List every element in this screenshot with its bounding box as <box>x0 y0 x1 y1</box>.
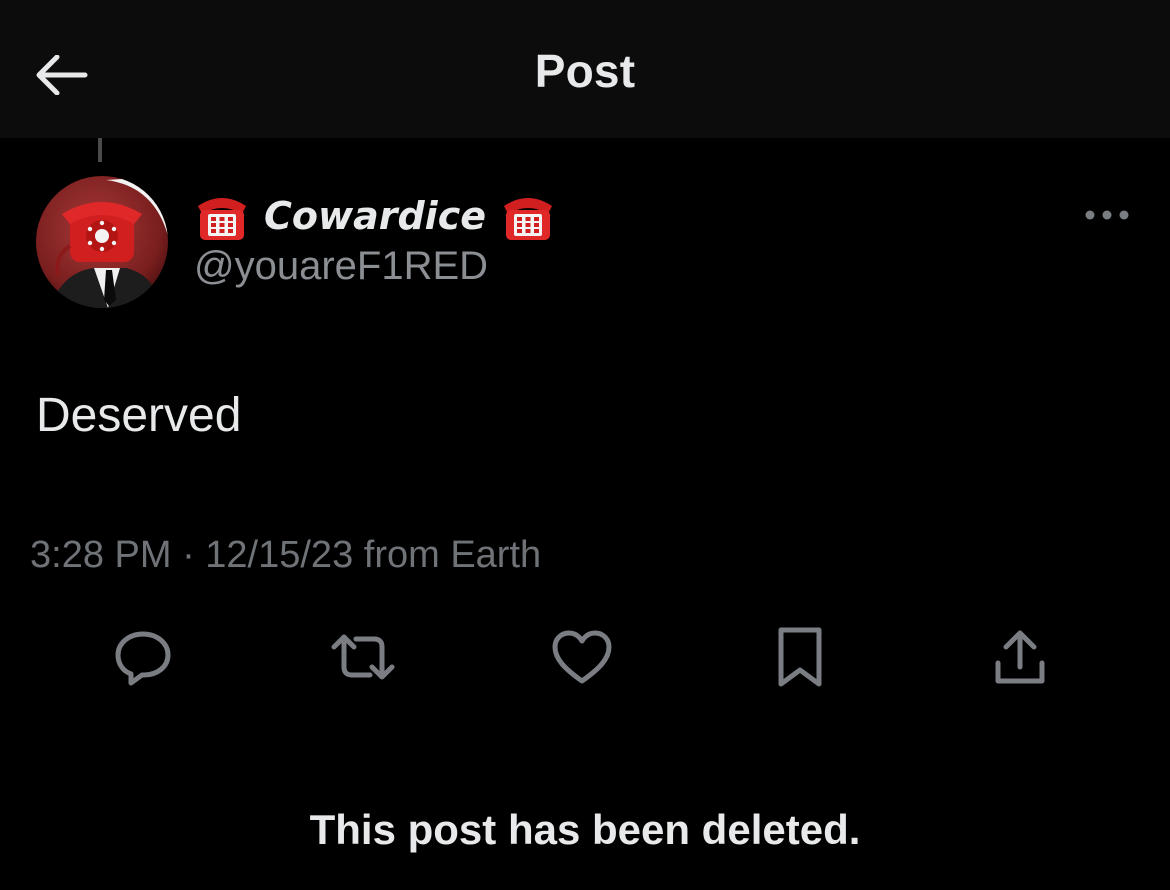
author-name-row[interactable]: Cowardice <box>194 186 556 246</box>
post-text: Deserved <box>36 389 242 442</box>
author-handle[interactable]: @youareF1RED <box>194 244 488 289</box>
repost-arrows-icon <box>331 634 395 680</box>
more-dots-icon <box>1085 210 1129 220</box>
action-bar <box>0 622 1170 692</box>
telephone-icon <box>504 198 553 240</box>
share-button[interactable] <box>985 622 1055 692</box>
telephone-icon <box>198 198 246 240</box>
top-bar: Post <box>0 0 1170 138</box>
reply-button[interactable] <box>108 622 178 692</box>
thread-connector-line <box>98 138 102 162</box>
bookmark-icon <box>778 627 822 687</box>
like-button[interactable] <box>547 622 617 692</box>
avatar[interactable] <box>36 176 168 308</box>
repost-button[interactable] <box>328 622 398 692</box>
deleted-post-notice: This post has been deleted. <box>309 806 861 853</box>
page-title: Post <box>534 45 636 97</box>
heart-icon <box>552 630 612 684</box>
author-display-name[interactable]: Cowardice <box>264 194 486 238</box>
more-options-button[interactable] <box>1082 198 1132 232</box>
bookmark-button[interactable] <box>765 622 835 692</box>
reply-bubble-icon <box>115 631 171 686</box>
share-upload-icon <box>995 630 1045 684</box>
post-timestamp: 3:28 PM · 12/15/23 from Earth <box>30 534 542 576</box>
